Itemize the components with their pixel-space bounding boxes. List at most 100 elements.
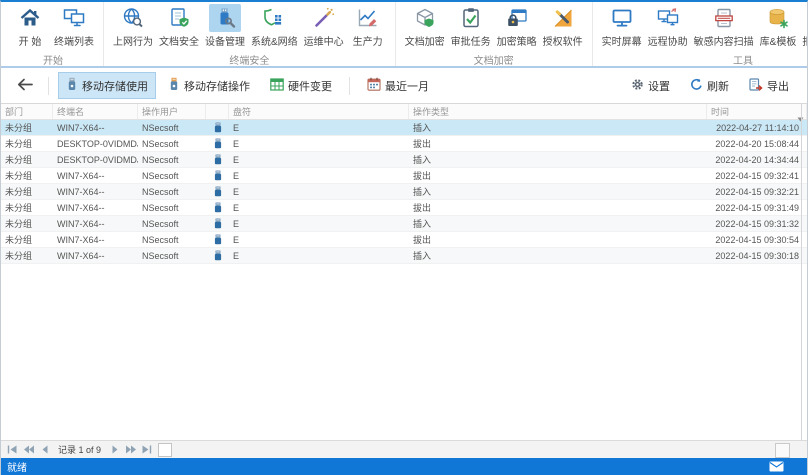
ribbon-item-device-management[interactable]: 设备管理: [202, 4, 248, 48]
column-header-user[interactable]: 操作用户: [138, 104, 206, 119]
cell-department: 未分组: [1, 120, 53, 135]
cell-operation: 插入: [409, 248, 707, 263]
productivity-icon: [352, 4, 384, 32]
ribbon-item-label: 运维中心: [304, 33, 344, 48]
cell-operation: 拔出: [409, 232, 707, 247]
ribbon-item-live-screen[interactable]: 实时屏幕: [599, 4, 645, 48]
cell-operation: 拔出: [409, 200, 707, 215]
table-row[interactable]: 未分组WIN7-X64--NSecsoftE插入2022-04-15 09:31…: [1, 216, 807, 232]
ribbon-item-approval-tasks[interactable]: 审批任务: [448, 4, 494, 48]
cell-time: 2022-04-15 09:30:54: [707, 232, 807, 247]
refresh-button[interactable]: 刷新: [682, 73, 737, 99]
ribbon-item-productivity[interactable]: 生产力: [347, 4, 389, 48]
ribbon-item-document-security[interactable]: 文档安全: [156, 4, 202, 48]
record-navigator: 记录 1 of 9: [1, 440, 807, 458]
cell-terminal: WIN7-X64--: [53, 248, 138, 263]
usb-device-icon: [206, 152, 229, 167]
settings-button[interactable]: 设置: [623, 73, 678, 99]
ribbon-item-encryption-policy[interactable]: 加密策略: [494, 4, 540, 48]
ribbon-item-document-encryption[interactable]: 文档加密: [402, 4, 448, 48]
last-record-button[interactable]: [139, 443, 154, 457]
cell-user: NSecsoft: [138, 184, 206, 199]
cell-operation: 插入: [409, 184, 707, 199]
table-row[interactable]: 未分组DESKTOP-0VIDMDJNSecsoftE插入2022-04-20 …: [1, 152, 807, 168]
ribbon-item-authorized-software[interactable]: 授权软件: [540, 4, 586, 48]
cell-operation: 拔出: [409, 136, 707, 151]
cell-time: 2022-04-20 15:08:44: [707, 136, 807, 151]
next-record-button[interactable]: [107, 443, 122, 457]
tab-hardware-change[interactable]: 硬件变更: [262, 73, 340, 99]
cell-user: NSecsoft: [138, 120, 206, 135]
ribbon-item-label: 开 始: [19, 33, 42, 48]
message-envelope-icon[interactable]: [769, 461, 784, 475]
ribbon-item-system-network[interactable]: 系统&网络: [248, 4, 301, 48]
cell-department: 未分组: [1, 136, 53, 151]
period-filter-button[interactable]: 最近一月: [359, 72, 437, 99]
cell-terminal: WIN7-X64--: [53, 168, 138, 183]
record-position-text: 记录 1 of 9: [58, 443, 101, 456]
ribbon-item-content-scan[interactable]: 敏感内容扫描: [691, 4, 757, 48]
cell-time: 2022-04-15 09:32:41: [707, 168, 807, 183]
ribbon-item-label: 生产力: [353, 33, 383, 48]
usb-usage-icon: [66, 77, 78, 94]
column-header-drive[interactable]: 盘符: [229, 104, 409, 119]
content-scan-icon: [708, 4, 740, 32]
grid-empty-area: [1, 264, 807, 440]
back-button[interactable]: [11, 73, 39, 99]
usb-device-icon: [206, 232, 229, 247]
ribbon-item-ops-center[interactable]: 运维中心: [301, 4, 347, 48]
ribbon-item-terminal-list[interactable]: 终端列表: [51, 4, 97, 48]
column-header-operation[interactable]: 操作类型: [409, 104, 707, 119]
table-row[interactable]: 未分组WIN7-X64--NSecsoftE插入2022-04-15 09:30…: [1, 248, 807, 264]
cell-terminal: WIN7-X64--: [53, 216, 138, 231]
cell-user: NSecsoft: [138, 152, 206, 167]
scroll-corner-button[interactable]: [775, 443, 790, 458]
ribbon-item-label: 报表中心: [802, 33, 808, 48]
cell-drive: E: [229, 152, 409, 167]
library-template-icon: [762, 4, 794, 32]
ribbon-item-home[interactable]: 开 始: [9, 4, 51, 48]
first-record-button[interactable]: [5, 443, 20, 457]
encryption-policy-icon: [501, 4, 533, 32]
prev-record-button[interactable]: [37, 443, 52, 457]
cell-terminal: WIN7-X64--: [53, 184, 138, 199]
usb-device-icon: [206, 136, 229, 151]
ribbon-item-web-behavior[interactable]: 上网行为: [110, 4, 156, 48]
cell-department: 未分组: [1, 232, 53, 247]
cell-time: 2022-04-20 14:34:44: [707, 152, 807, 167]
ribbon-item-remote-assist[interactable]: 远程协助: [645, 4, 691, 48]
tab-removable-storage-usage[interactable]: 移动存储使用: [58, 72, 156, 99]
export-button[interactable]: 导出: [741, 73, 797, 99]
approval-tasks-icon: [455, 4, 487, 32]
column-header-department[interactable]: 部门: [1, 104, 53, 119]
cell-time: 2022-04-15 09:31:49: [707, 200, 807, 215]
ribbon-item-label: 授权软件: [543, 33, 583, 48]
table-row[interactable]: 未分组WIN7-X64--NSecsoftE插入2022-04-27 11:14…: [1, 120, 807, 136]
cell-time: 2022-04-15 09:32:21: [707, 184, 807, 199]
column-header-device-icon[interactable]: [206, 104, 229, 119]
cell-operation: 插入: [409, 120, 707, 135]
cell-time: 2022-04-27 11:14:10: [707, 120, 807, 135]
document-security-icon: [163, 4, 195, 32]
tab-removable-storage-operation[interactable]: 移动存储操作: [160, 72, 258, 99]
ribbon-item-report-center[interactable]: 报表中心: [799, 4, 808, 48]
column-header-terminal[interactable]: 终端名: [53, 104, 138, 119]
ribbon-item-label: 敏感内容扫描: [694, 33, 754, 48]
prev-page-button[interactable]: [21, 443, 36, 457]
usb-device-icon: [206, 248, 229, 263]
table-row[interactable]: 未分组WIN7-X64--NSecsoftE拔出2022-04-15 09:32…: [1, 168, 807, 184]
table-row[interactable]: 未分组WIN7-X64--NSecsoftE拔出2022-04-15 09:31…: [1, 200, 807, 216]
usb-device-icon: [206, 168, 229, 183]
column-header-time[interactable]: 时间: [707, 104, 807, 119]
table-row[interactable]: 未分组WIN7-X64--NSecsoftE插入2022-04-15 09:32…: [1, 184, 807, 200]
cell-department: 未分组: [1, 168, 53, 183]
append-record-button[interactable]: [158, 443, 172, 457]
tab-label: 移动存储操作: [184, 78, 250, 94]
next-page-button[interactable]: [123, 443, 138, 457]
ribbon-item-library-templates[interactable]: 库&模板: [757, 4, 800, 48]
table-row[interactable]: 未分组WIN7-X64--NSecsoftE拔出2022-04-15 09:30…: [1, 232, 807, 248]
cell-drive: E: [229, 216, 409, 231]
ribbon-item-label: 加密策略: [497, 33, 537, 48]
status-ready-text: 就绪: [7, 459, 27, 474]
table-row[interactable]: 未分组DESKTOP-0VIDMDJNSecsoftE拔出2022-04-20 …: [1, 136, 807, 152]
